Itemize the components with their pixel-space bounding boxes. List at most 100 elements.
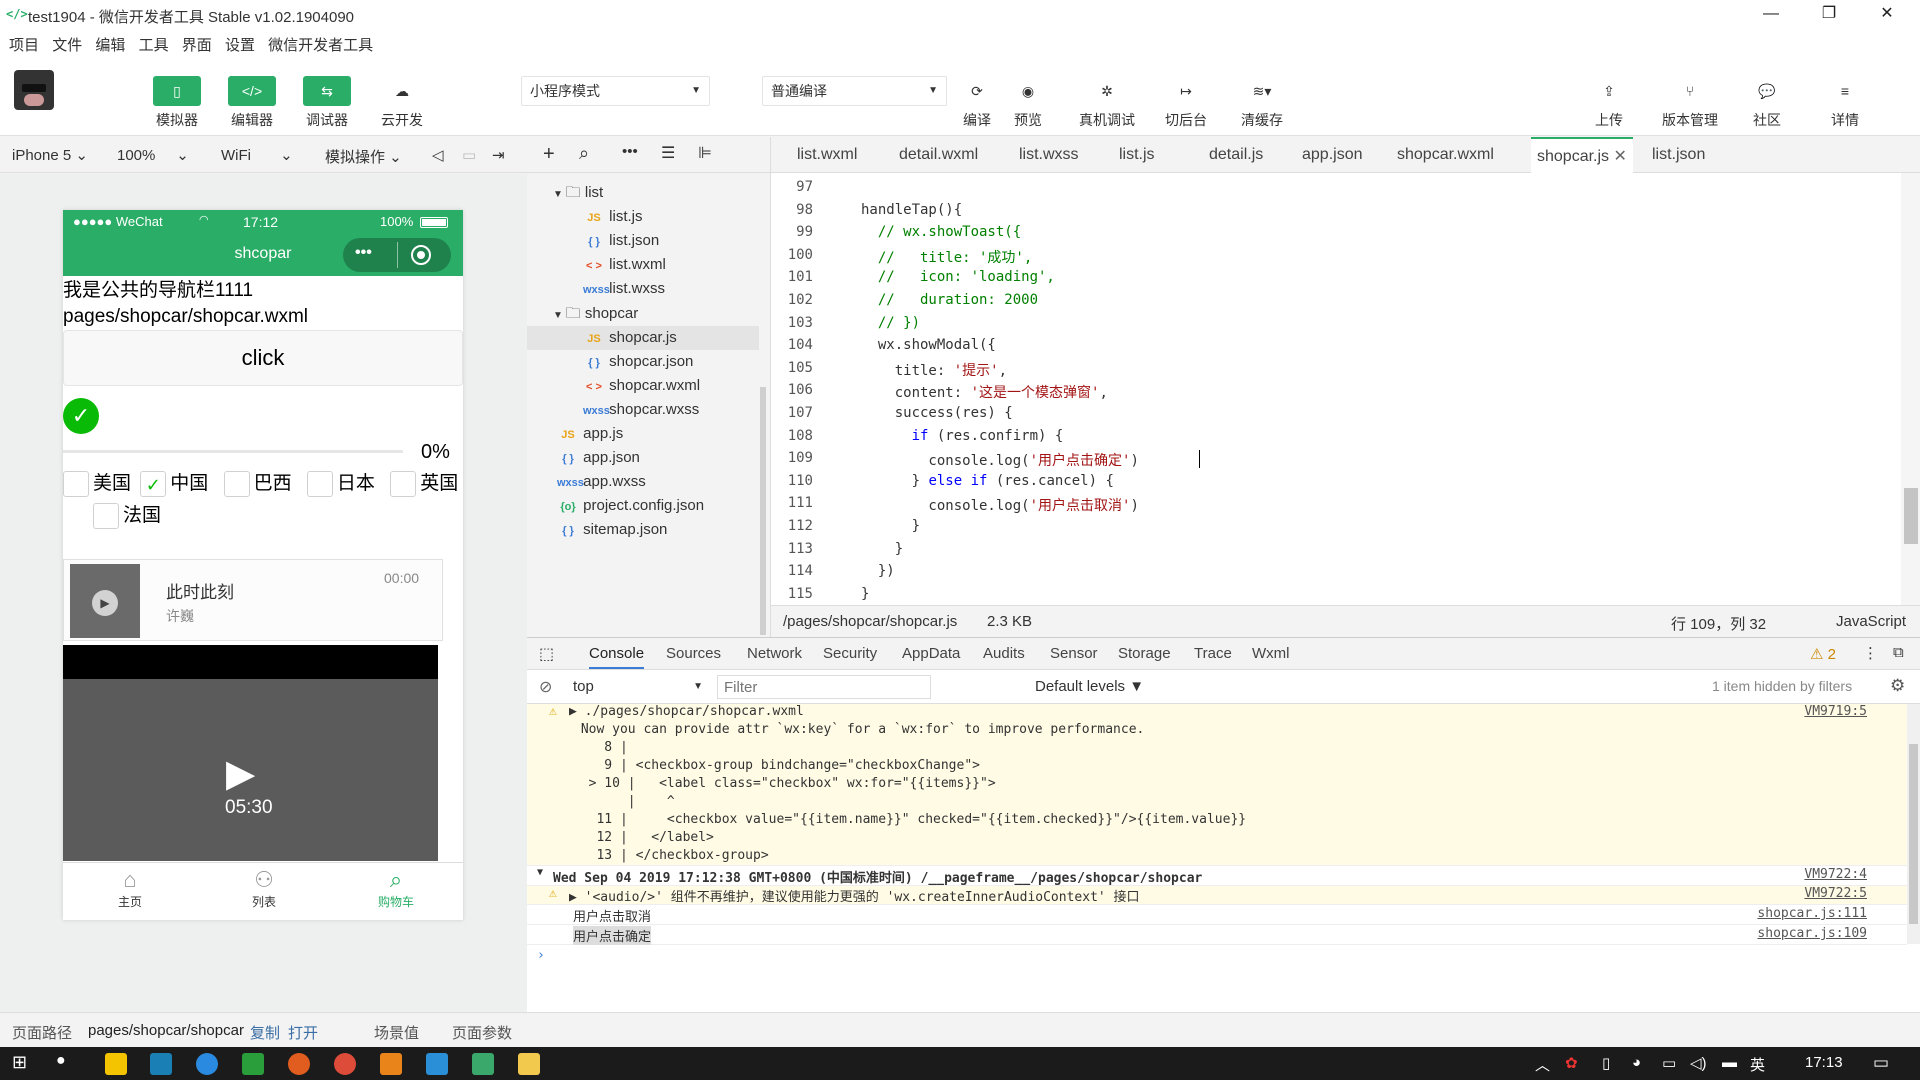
editor-scrollbar[interactable] [1901,173,1920,605]
source-link[interactable]: VM9719:5 [1804,704,1867,719]
console-log[interactable]: 用户点击确定 shopcar.js:109 [527,926,1907,945]
menu-item-tools[interactable]: 工具 [139,34,169,55]
devtools-tab[interactable]: Trace [1194,645,1232,662]
minimize-icon[interactable]: — [1742,0,1800,30]
ime-indicator[interactable]: 英 [1750,1054,1765,1075]
clock[interactable]: 17:13 [1805,1054,1843,1071]
more-icon[interactable]: ••• [622,143,638,160]
file-item[interactable]: < > list.wxml [527,253,759,277]
simulator-button[interactable]: ▯ 模拟器 [146,76,208,130]
firefox-icon[interactable] [288,1053,310,1075]
scene-value-button[interactable]: 场景值 [374,1022,419,1043]
compile-mode-select[interactable]: 普通编译 ▼ [762,76,947,106]
devtools-tab[interactable]: Wxml [1252,645,1290,662]
upload-button[interactable]: ⇪ 上传 [1578,76,1640,130]
file-item[interactable]: JS app.js [527,422,759,446]
community-button[interactable]: 💬 社区 [1736,76,1798,130]
editor-tab[interactable]: list.json [1646,137,1711,173]
file-item[interactable]: wxss shopcar.wxss [527,398,759,422]
source-link[interactable]: VM9722:5 [1804,886,1867,901]
source-link[interactable]: shopcar.js:111 [1757,906,1867,921]
chrome-icon[interactable] [334,1053,356,1075]
console-warning[interactable]: 13 | </checkbox-group> [527,848,1907,866]
console-scrollbar[interactable] [1907,704,1920,944]
tab-list[interactable]: ⚇ 列表 [237,867,291,910]
menu-item-project[interactable]: 项目 [9,34,39,55]
network-select[interactable]: WiFi ⌄ [221,146,293,164]
add-icon[interactable]: + [543,143,555,166]
debugger-button[interactable]: ⇆ 调试器 [296,76,358,130]
more-icon[interactable]: ••• [355,244,372,262]
devtools-tab[interactable]: Console [589,645,645,669]
details-button[interactable]: ≡ 详情 [1814,76,1876,130]
windows-start-icon[interactable]: ⊞ [12,1052,27,1073]
tray-up-icon[interactable]: ︿ [1535,1054,1550,1075]
console-warning[interactable]: 8 | [527,740,1907,758]
search-icon[interactable]: ⌕ [579,143,589,164]
clear-console-icon[interactable]: ⊘ [539,677,552,697]
editor-tab[interactable]: list.wxml [791,137,863,173]
levels-select[interactable]: Default levels ▼ [1035,678,1144,695]
filter-input[interactable] [717,675,931,699]
collapse-icon[interactable]: ☰ [661,143,675,163]
tray-app-icon[interactable]: ✿ [1565,1054,1578,1072]
preview-button[interactable]: ◉ 预览 [997,76,1059,130]
split-icon[interactable]: ⊫ [698,143,712,163]
menu-item-file[interactable]: 文件 [52,34,82,55]
file-item[interactable]: JS list.js [527,205,759,229]
window-icon[interactable]: ▭ [462,146,476,164]
checkbox-uk[interactable] [390,470,417,497]
simulate-select[interactable]: 模拟操作 ⌄ [325,146,402,167]
devtools-tab[interactable]: Network [747,645,802,662]
editor-tab[interactable]: app.json [1296,137,1369,173]
sticky-notes-icon[interactable] [105,1053,127,1075]
editor-tab[interactable]: detail.js [1203,137,1269,173]
console-warning[interactable]: ⚠ ▶ '<audio/>' 组件不再维护，建议使用能力更强的 'wx.creat… [527,886,1907,905]
editor-tab[interactable]: shopcar.js ✕ [1531,137,1633,173]
clear-cache-button[interactable]: ≋▾ 清缓存 [1231,76,1293,130]
console-warning[interactable]: | ^ [527,794,1907,812]
console-log[interactable]: 用户点击取消 shopcar.js:111 [527,906,1907,925]
folder-item[interactable]: ▼ 🗀 shopcar [527,302,759,326]
file-item[interactable]: { } shopcar.json [527,350,759,374]
detach-icon[interactable]: ⇥ [492,146,505,164]
menu-item-wechat-devtools[interactable]: 微信开发者工具 [268,34,373,55]
menu-item-settings[interactable]: 设置 [225,34,255,55]
tab-home[interactable]: ⌂ 主页 [103,867,157,910]
file-item[interactable]: wxss app.wxss [527,470,759,494]
more-vertical-icon[interactable]: ⋮ [1863,644,1878,662]
console-warning[interactable]: 11 | <checkbox value="{{item.name}}" che… [527,812,1907,830]
tray-network-icon[interactable]: ▭ [1662,1054,1676,1072]
devtools-tab[interactable]: Sensor [1050,645,1098,662]
wechat-devtools-icon[interactable] [472,1053,494,1075]
close-icon[interactable]: ✕ [1858,0,1916,30]
volume-icon[interactable]: ◁) [1690,1054,1707,1072]
warning-count[interactable]: ⚠ 2 [1810,645,1836,663]
menu-item-view[interactable]: 界面 [182,34,212,55]
notification-icon[interactable]: ▭ [1873,1053,1889,1073]
editor-button[interactable]: </> 编辑器 [221,76,283,130]
gear-icon[interactable]: ⚙ [1890,676,1905,696]
file-item[interactable]: wxss list.wxss [527,277,759,301]
console-warning[interactable]: Now you can provide attr `wx:key` for a … [527,722,1907,740]
devtools-tab[interactable]: AppData [902,645,960,662]
restore-icon[interactable]: ❐ [1800,0,1858,30]
checkbox-jp[interactable] [306,470,333,497]
file-explorer-icon[interactable] [518,1053,540,1075]
devtools-tab[interactable]: Security [823,645,877,662]
device-select[interactable]: iPhone 5 ⌄ [12,146,88,164]
code-area[interactable]: 97 98 handleTap(){99 // wx.showToast({100 … [771,173,1920,605]
file-item[interactable]: { } app.json [527,446,759,470]
page-params-button[interactable]: 页面参数 [452,1022,512,1043]
tab-cart[interactable]: ⌕ 购物车 [369,867,423,910]
tray-usb-icon[interactable]: ▯ [1602,1054,1610,1072]
copy-link[interactable]: 复制 [250,1022,280,1043]
avatar[interactable] [14,70,54,110]
console-output[interactable]: ⚠ ▶ ./pages/shopcar/shopcar.wxml VM9719:5 … [527,704,1907,1013]
folder-item[interactable]: ▼ 🗀 list [527,181,759,205]
volume-icon[interactable]: ◁ [432,146,444,164]
battery-icon[interactable]: ▬ [1722,1054,1737,1071]
editor-tab[interactable]: shopcar.wxml [1391,137,1500,173]
language-mode[interactable]: JavaScript [1836,613,1906,630]
console-log[interactable]: ▼ Wed Sep 04 2019 17:12:38 GMT+0800 (中国标准… [527,867,1907,886]
